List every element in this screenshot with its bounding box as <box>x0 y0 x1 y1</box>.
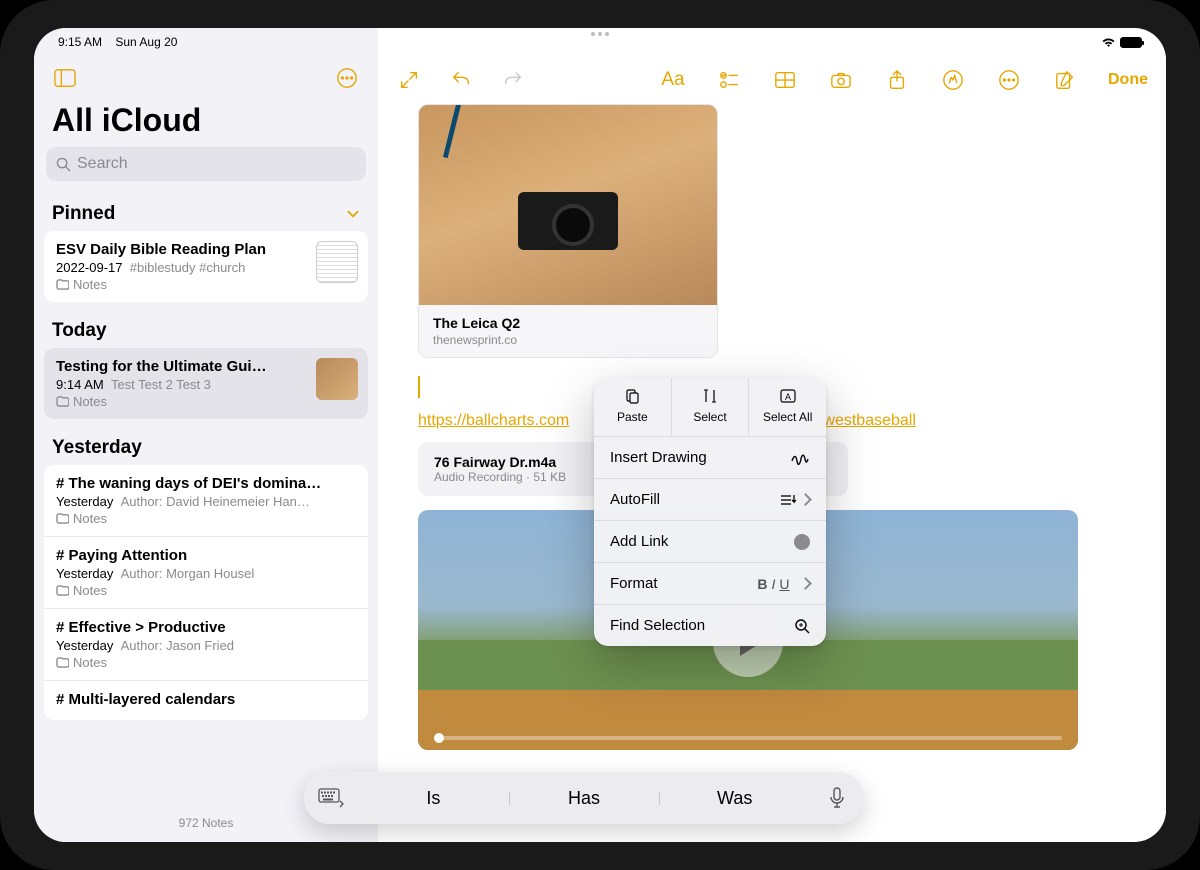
note-item[interactable]: # Multi-layered calendars <box>44 681 368 720</box>
keyboard-suggestion-bar: Is Has Was <box>304 772 864 824</box>
autofill-icon <box>779 493 810 507</box>
autofill-button[interactable]: AutoFill <box>594 479 826 521</box>
link-preview-card[interactable]: The Leica Q2 thenewsprint.co <box>418 104 718 358</box>
context-menu: Paste Select A Select All Insert Drawing… <box>594 378 826 646</box>
add-link-button[interactable]: Add Link <box>594 521 826 563</box>
suggestion-2[interactable]: Has <box>509 788 660 809</box>
sidebar-title: All iCloud <box>34 96 378 147</box>
loading-dot-icon <box>794 534 810 550</box>
search-input[interactable]: Search <box>46 147 366 181</box>
format-button[interactable]: Format BIU <box>594 563 826 605</box>
search-icon <box>56 157 71 172</box>
note-item-today-selected[interactable]: Testing for the Ultimate Gui… 9:14 AM Te… <box>44 348 368 419</box>
paste-icon <box>598 388 667 406</box>
text-cursor <box>418 376 420 398</box>
undo-button[interactable] <box>448 68 474 92</box>
expand-icon[interactable] <box>396 68 422 92</box>
markup-button[interactable] <box>940 68 966 92</box>
select-all-button[interactable]: A Select All <box>749 378 826 436</box>
note-item[interactable]: # Effective > Productive Yesterday Autho… <box>44 609 368 681</box>
find-selection-button[interactable]: Find Selection <box>594 605 826 646</box>
yesterday-list: # The waning days of DEI's domina… Yeste… <box>44 465 368 720</box>
status-right <box>1101 37 1142 48</box>
battery-icon <box>1120 37 1142 48</box>
status-left: 9:15 AM Sun Aug 20 <box>58 35 177 49</box>
share-button[interactable] <box>884 68 910 92</box>
status-bar: 9:15 AM Sun Aug 20 <box>34 28 1166 56</box>
format-icon: BIU <box>757 576 810 592</box>
select-all-icon: A <box>753 388 822 406</box>
dictation-button[interactable] <box>810 787 864 809</box>
note-thumbnail <box>316 358 358 400</box>
suggestion-1[interactable]: Is <box>358 788 509 809</box>
select-button[interactable]: Select <box>672 378 750 436</box>
chevron-down-icon <box>346 207 360 221</box>
folder-icon <box>56 585 69 596</box>
editor-toolbar: Aa Done <box>378 62 1166 104</box>
folder-icon <box>56 396 69 407</box>
search-placeholder: Search <box>77 155 128 173</box>
section-yesterday: Yesterday <box>34 427 378 465</box>
select-icon <box>676 388 745 406</box>
scribble-icon <box>790 451 810 465</box>
done-button[interactable]: Done <box>1108 71 1148 89</box>
suggestion-3[interactable]: Was <box>659 788 810 809</box>
section-pinned[interactable]: Pinned <box>34 193 378 231</box>
toggle-sidebar-button[interactable] <box>52 66 78 90</box>
text-style-button[interactable]: Aa <box>660 68 686 92</box>
more-options-button[interactable] <box>334 66 360 90</box>
note-item[interactable]: # The waning days of DEI's domina… Yeste… <box>44 465 368 537</box>
checklist-button[interactable] <box>716 68 742 92</box>
compose-button[interactable] <box>1052 68 1078 92</box>
note-item-pinned[interactable]: ESV Daily Bible Reading Plan 2022-09-17 … <box>44 231 368 302</box>
folder-icon <box>56 657 69 668</box>
sidebar: All iCloud Search Pinned ESV Daily Bible… <box>34 28 378 842</box>
link-preview-image <box>419 105 717 305</box>
paste-button[interactable]: Paste <box>594 378 672 436</box>
insert-drawing-button[interactable]: Insert Drawing <box>594 437 826 479</box>
status-time: 9:15 AM <box>58 35 102 49</box>
table-button[interactable] <box>772 68 798 92</box>
status-date: Sun Aug 20 <box>115 35 177 49</box>
note-thumbnail <box>316 241 358 283</box>
link-source: thenewsprint.co <box>433 333 703 347</box>
link-title: The Leica Q2 <box>433 315 703 331</box>
screen: 9:15 AM Sun Aug 20 All iCloud <box>34 28 1166 842</box>
section-today: Today <box>34 310 378 348</box>
camera-button[interactable] <box>828 68 854 92</box>
ipad-frame: 9:15 AM Sun Aug 20 All iCloud <box>0 0 1200 870</box>
wifi-icon <box>1101 37 1116 48</box>
svg-text:A: A <box>785 392 791 402</box>
note-item[interactable]: # Paying Attention Yesterday Author: Mor… <box>44 537 368 609</box>
video-scrubber[interactable] <box>434 736 1062 740</box>
keyboard-switch-button[interactable] <box>304 788 358 808</box>
folder-icon <box>56 279 69 290</box>
folder-icon <box>56 513 69 524</box>
redo-button <box>500 68 526 92</box>
magnify-icon <box>794 618 810 634</box>
more-button[interactable] <box>996 68 1022 92</box>
